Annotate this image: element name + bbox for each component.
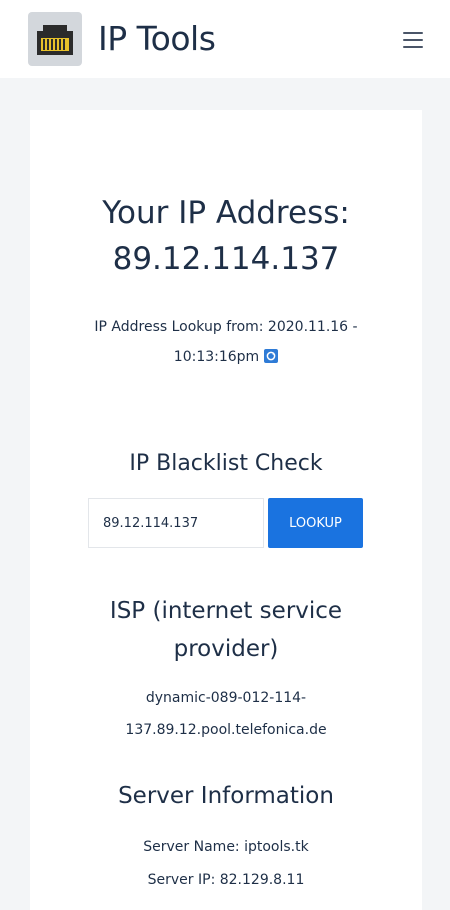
server-ip: Server IP: 82.129.8.11: [147, 872, 305, 888]
blacklist-check-title: IP Blacklist Check: [129, 451, 323, 476]
ip-lookup-input[interactable]: [88, 498, 264, 548]
ethernet-port-icon[interactable]: [28, 12, 82, 66]
hamburger-menu-icon[interactable]: [398, 28, 428, 52]
refresh-icon[interactable]: [264, 349, 279, 363]
lookup-button[interactable]: LOOKUP: [268, 498, 363, 548]
isp-hostname-line1: dynamic-089-012-114-: [145, 690, 307, 706]
server-info-title: Server Information: [118, 783, 334, 809]
ip-address-value: 89.12.114.137: [112, 241, 340, 277]
ip-address-heading: Your IP Address: 89.12.114.137: [30, 190, 422, 282]
isp-title: ISP (internet service provider): [30, 592, 422, 668]
ip-heading-label: Your IP Address:: [102, 195, 350, 231]
app-header: IP Tools: [0, 0, 450, 78]
lookup-timestamp-line2: 10:13:16pm: [173, 349, 260, 365]
lookup-timestamp: IP Address Lookup from: 2020.11.16 - 10:…: [30, 312, 422, 372]
isp-hostname-line2: 137.89.12.pool.telefonica.de: [125, 722, 327, 738]
isp-title-line1: ISP (internet service: [109, 598, 343, 624]
isp-hostname: dynamic-089-012-114- 137.89.12.pool.tele…: [30, 682, 422, 746]
isp-title-line2: provider): [173, 636, 279, 662]
app-title[interactable]: IP Tools: [98, 19, 216, 59]
lookup-timestamp-line1: IP Address Lookup from: 2020.11.16 -: [94, 319, 358, 335]
server-name: Server Name: iptools.tk: [143, 839, 309, 855]
